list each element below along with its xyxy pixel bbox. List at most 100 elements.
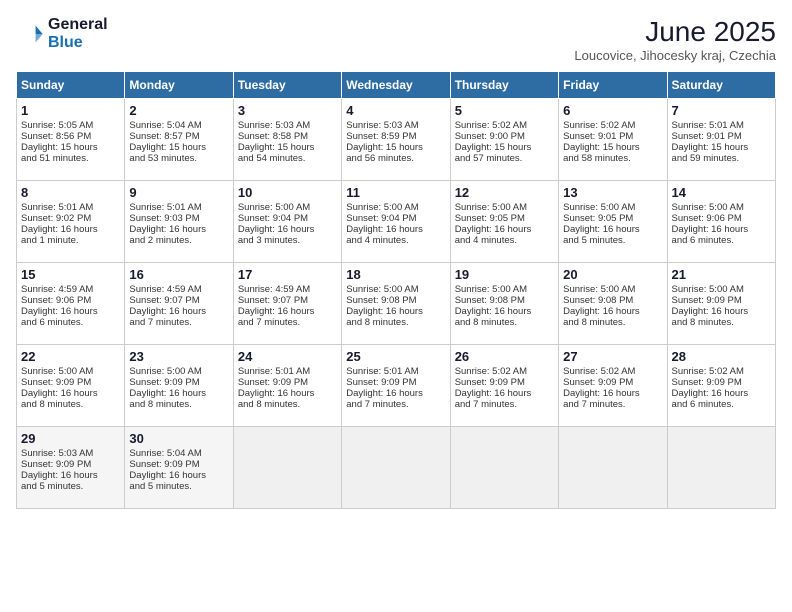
day-number: 13 <box>563 185 662 200</box>
day-number: 22 <box>21 349 120 364</box>
table-row: 26Sunrise: 5:02 AMSunset: 9:09 PMDayligh… <box>450 345 558 427</box>
table-row <box>559 427 667 509</box>
day-number: 30 <box>129 431 228 446</box>
table-row: 8Sunrise: 5:01 AMSunset: 9:02 PMDaylight… <box>17 181 125 263</box>
day-number: 7 <box>672 103 771 118</box>
day-detail: and 8 minutes. <box>672 317 771 328</box>
day-detail: Sunset: 9:09 PM <box>238 377 337 388</box>
table-row: 2Sunrise: 5:04 AMSunset: 8:57 PMDaylight… <box>125 99 233 181</box>
day-detail: Sunset: 9:09 PM <box>563 377 662 388</box>
day-detail: and 8 minutes. <box>346 317 445 328</box>
day-detail: and 5 minutes. <box>129 481 228 492</box>
day-detail: and 5 minutes. <box>21 481 120 492</box>
calendar-week-row: 15Sunrise: 4:59 AMSunset: 9:06 PMDayligh… <box>17 263 776 345</box>
table-row: 28Sunrise: 5:02 AMSunset: 9:09 PMDayligh… <box>667 345 775 427</box>
day-detail: Sunset: 9:06 PM <box>21 295 120 306</box>
day-number: 19 <box>455 267 554 282</box>
table-row: 27Sunrise: 5:02 AMSunset: 9:09 PMDayligh… <box>559 345 667 427</box>
logo-blue: Blue <box>48 34 108 52</box>
day-detail: Daylight: 16 hours <box>563 224 662 235</box>
day-detail: Sunset: 9:08 PM <box>563 295 662 306</box>
day-detail: Sunset: 8:58 PM <box>238 131 337 142</box>
day-detail: and 5 minutes. <box>563 235 662 246</box>
day-detail: Daylight: 16 hours <box>563 388 662 399</box>
day-detail: Sunrise: 5:04 AM <box>129 120 228 131</box>
day-detail: Sunset: 9:04 PM <box>238 213 337 224</box>
day-detail: Daylight: 15 hours <box>672 142 771 153</box>
table-row <box>450 427 558 509</box>
table-row: 22Sunrise: 5:00 AMSunset: 9:09 PMDayligh… <box>17 345 125 427</box>
table-row: 6Sunrise: 5:02 AMSunset: 9:01 PMDaylight… <box>559 99 667 181</box>
day-detail: Sunrise: 5:00 AM <box>563 202 662 213</box>
day-detail: Daylight: 16 hours <box>346 388 445 399</box>
day-detail: Sunrise: 5:00 AM <box>346 284 445 295</box>
table-row <box>342 427 450 509</box>
day-detail: and 7 minutes. <box>563 399 662 410</box>
day-detail: Daylight: 16 hours <box>455 306 554 317</box>
table-row: 17Sunrise: 4:59 AMSunset: 9:07 PMDayligh… <box>233 263 341 345</box>
day-detail: Sunrise: 5:05 AM <box>21 120 120 131</box>
day-detail: Sunset: 8:59 PM <box>346 131 445 142</box>
day-detail: and 7 minutes. <box>238 317 337 328</box>
day-detail: Sunrise: 5:00 AM <box>238 202 337 213</box>
day-detail: Daylight: 16 hours <box>129 470 228 481</box>
day-detail: Sunset: 9:08 PM <box>346 295 445 306</box>
day-detail: Sunrise: 5:02 AM <box>455 366 554 377</box>
day-detail: Sunset: 9:09 PM <box>455 377 554 388</box>
day-detail: Sunrise: 5:00 AM <box>21 366 120 377</box>
day-detail: and 8 minutes. <box>238 399 337 410</box>
day-number: 15 <box>21 267 120 282</box>
calendar-week-row: 29Sunrise: 5:03 AMSunset: 9:09 PMDayligh… <box>17 427 776 509</box>
day-detail: Daylight: 16 hours <box>455 224 554 235</box>
col-friday: Friday <box>559 72 667 99</box>
day-detail: Sunrise: 4:59 AM <box>238 284 337 295</box>
day-detail: Sunset: 9:06 PM <box>672 213 771 224</box>
day-detail: Sunrise: 5:01 AM <box>238 366 337 377</box>
day-number: 18 <box>346 267 445 282</box>
day-detail: and 7 minutes. <box>455 399 554 410</box>
day-detail: Daylight: 16 hours <box>238 306 337 317</box>
day-detail: Sunrise: 5:00 AM <box>455 202 554 213</box>
day-detail: Sunset: 9:09 PM <box>129 377 228 388</box>
day-detail: Sunset: 8:56 PM <box>21 131 120 142</box>
day-detail: Daylight: 16 hours <box>21 306 120 317</box>
logo-text: General Blue <box>48 16 108 51</box>
day-number: 3 <box>238 103 337 118</box>
table-row: 24Sunrise: 5:01 AMSunset: 9:09 PMDayligh… <box>233 345 341 427</box>
day-detail: Sunset: 9:01 PM <box>672 131 771 142</box>
day-detail: and 6 minutes. <box>21 317 120 328</box>
day-detail: and 51 minutes. <box>21 153 120 164</box>
table-row: 29Sunrise: 5:03 AMSunset: 9:09 PMDayligh… <box>17 427 125 509</box>
day-number: 25 <box>346 349 445 364</box>
day-number: 11 <box>346 185 445 200</box>
table-row: 10Sunrise: 5:00 AMSunset: 9:04 PMDayligh… <box>233 181 341 263</box>
day-detail: and 8 minutes. <box>129 399 228 410</box>
day-number: 14 <box>672 185 771 200</box>
day-detail: Sunrise: 5:01 AM <box>21 202 120 213</box>
day-number: 8 <box>21 185 120 200</box>
day-detail: Sunrise: 5:03 AM <box>21 448 120 459</box>
table-row <box>233 427 341 509</box>
day-detail: Daylight: 16 hours <box>672 306 771 317</box>
day-detail: and 8 minutes. <box>455 317 554 328</box>
day-detail: Daylight: 15 hours <box>129 142 228 153</box>
day-detail: Sunrise: 5:02 AM <box>455 120 554 131</box>
day-detail: Sunset: 9:01 PM <box>563 131 662 142</box>
day-detail: and 2 minutes. <box>129 235 228 246</box>
day-detail: Sunset: 9:05 PM <box>563 213 662 224</box>
day-detail: and 54 minutes. <box>238 153 337 164</box>
day-number: 26 <box>455 349 554 364</box>
calendar-table: Sunday Monday Tuesday Wednesday Thursday… <box>16 71 776 509</box>
page-header: General Blue June 2025 Loucovice, Jihoce… <box>16 16 776 63</box>
day-number: 27 <box>563 349 662 364</box>
day-detail: Sunset: 9:02 PM <box>21 213 120 224</box>
table-row: 1Sunrise: 5:05 AMSunset: 8:56 PMDaylight… <box>17 99 125 181</box>
day-number: 6 <box>563 103 662 118</box>
day-detail: Sunrise: 5:01 AM <box>672 120 771 131</box>
day-detail: and 58 minutes. <box>563 153 662 164</box>
day-detail: Daylight: 16 hours <box>21 470 120 481</box>
day-detail: and 4 minutes. <box>346 235 445 246</box>
day-detail: and 6 minutes. <box>672 235 771 246</box>
day-detail: and 53 minutes. <box>129 153 228 164</box>
table-row <box>667 427 775 509</box>
